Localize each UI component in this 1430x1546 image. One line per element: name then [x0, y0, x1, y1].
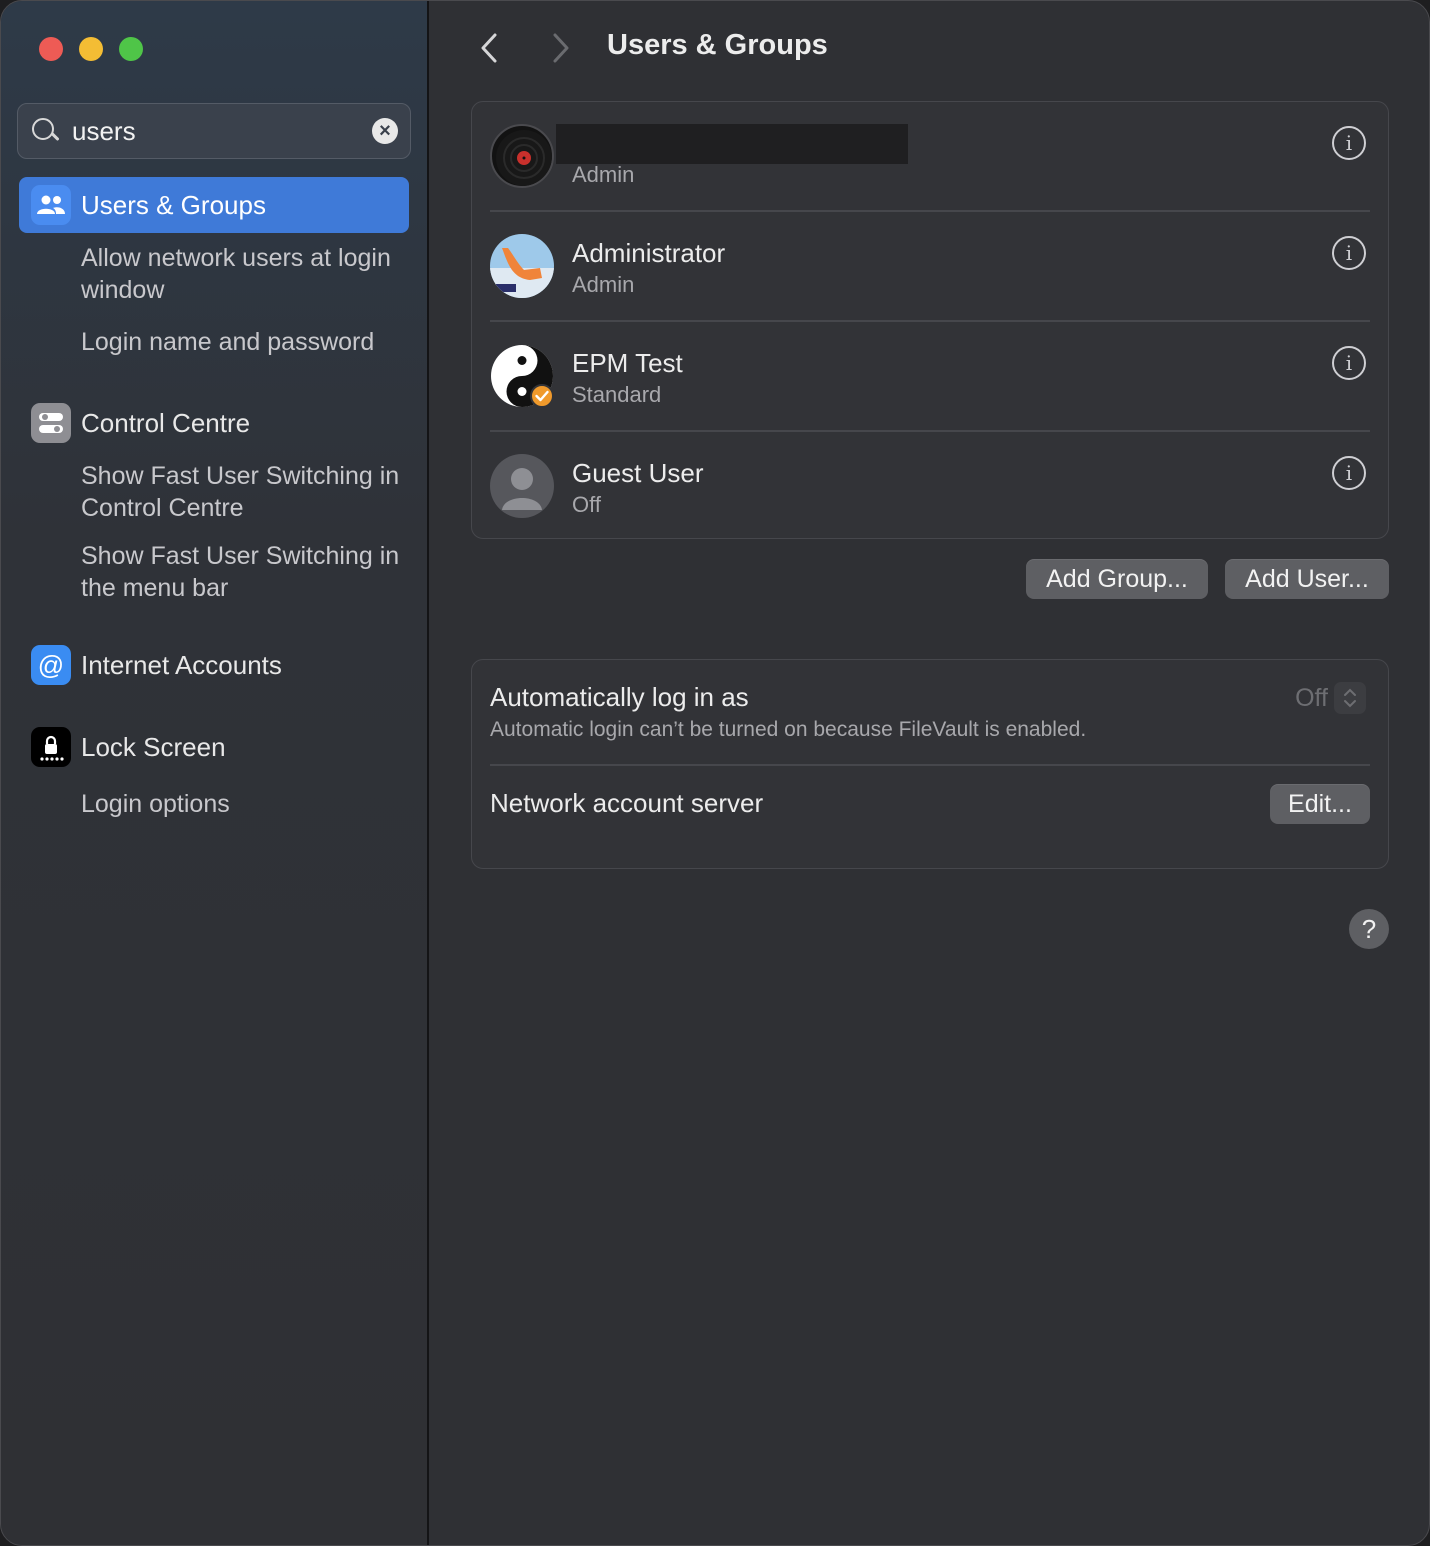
search-field[interactable]: users ×: [17, 103, 411, 159]
divider: [490, 764, 1370, 766]
close-window-button[interactable]: [39, 37, 63, 61]
sidebar-item-label: Internet Accounts: [81, 649, 282, 680]
settings-window: users × Users & Groups Allow network use…: [0, 0, 1430, 1546]
edit-network-server-button[interactable]: Edit...: [1270, 784, 1370, 824]
login-settings-card: Automatically log in as Automatic login …: [471, 659, 1389, 869]
user-name: Guest User: [572, 458, 704, 488]
add-group-button[interactable]: Add Group...: [1026, 559, 1208, 599]
sidebar: users × Users & Groups Allow network use…: [1, 1, 429, 1545]
sidebar-item-internet-accounts[interactable]: @ Internet Accounts: [19, 637, 409, 693]
zoom-window-button[interactable]: [119, 37, 143, 61]
search-icon: [30, 116, 60, 146]
user-row[interactable]: Admin i: [490, 102, 1370, 212]
minimize-window-button[interactable]: [79, 37, 103, 61]
user-row[interactable]: Administrator Admin i: [490, 212, 1370, 322]
sidebar-item-lock-screen[interactable]: Lock Screen: [19, 719, 409, 775]
lock-icon: [31, 727, 71, 767]
help-button[interactable]: ?: [1349, 909, 1389, 949]
sidebar-item-users-groups[interactable]: Users & Groups: [19, 177, 409, 233]
users-icon: [31, 185, 71, 225]
sidebar-item-label: Control Centre: [81, 407, 251, 438]
sidebar-item-label: Lock Screen: [81, 731, 226, 762]
sidebar-subitem-allow-network-users[interactable]: Allow network users at login window: [81, 242, 411, 306]
users-list-card: Admin i Administrator Admin i EPM Test S…: [471, 101, 1389, 539]
auto-login-value: Off: [1295, 683, 1328, 712]
redacted-user-name: [556, 124, 908, 164]
auto-login-title: Automatically log in as: [490, 682, 749, 712]
info-icon[interactable]: i: [1332, 456, 1366, 490]
avatar-record: [490, 124, 554, 188]
info-icon[interactable]: i: [1332, 236, 1366, 270]
add-user-button[interactable]: Add User...: [1225, 559, 1389, 599]
user-role: Admin: [572, 272, 635, 297]
control-centre-icon: [31, 403, 71, 443]
user-role: Off: [572, 492, 601, 517]
window-controls: [39, 37, 143, 61]
at-icon: @: [31, 645, 71, 685]
sidebar-subitem-login-options[interactable]: Login options: [81, 788, 411, 820]
sidebar-subitem-fast-user-switching-menu-bar[interactable]: Show Fast User Switching in the menu bar: [81, 540, 411, 604]
chevron-left-icon[interactable]: [475, 31, 505, 65]
auto-login-popup[interactable]: Off: [1295, 682, 1366, 714]
auto-login-subtitle: Automatic login can’t be turned on becau…: [490, 718, 1087, 741]
page-title: Users & Groups: [607, 29, 828, 61]
avatar-chair: [490, 234, 554, 298]
main-pane: Users & Groups Admin i Administrator Adm…: [431, 1, 1429, 1545]
avatar-generic-person-icon: [490, 454, 554, 518]
info-icon[interactable]: i: [1332, 126, 1366, 160]
user-role: Admin: [572, 162, 635, 187]
user-row[interactable]: EPM Test Standard i: [490, 322, 1370, 432]
sidebar-item-label: Users & Groups: [81, 189, 266, 220]
up-down-chevron-icon: [1334, 682, 1366, 714]
sidebar-subitem-fast-user-switching-control-centre[interactable]: Show Fast User Switching in Control Cent…: [81, 460, 411, 524]
user-name: EPM Test: [572, 348, 683, 378]
clear-search-icon[interactable]: ×: [372, 118, 398, 144]
avatar-yin-yang: [490, 344, 554, 408]
user-row[interactable]: Guest User Off i: [490, 432, 1370, 542]
user-name: Administrator: [572, 238, 726, 268]
info-icon[interactable]: i: [1332, 346, 1366, 380]
sidebar-subitem-login-name-password[interactable]: Login name and password: [81, 326, 411, 358]
chevron-right-icon[interactable]: [545, 31, 575, 65]
search-input[interactable]: users: [72, 116, 372, 147]
network-server-title: Network account server: [490, 788, 764, 818]
sidebar-item-control-centre[interactable]: Control Centre: [19, 395, 409, 451]
user-role: Standard: [572, 382, 662, 407]
